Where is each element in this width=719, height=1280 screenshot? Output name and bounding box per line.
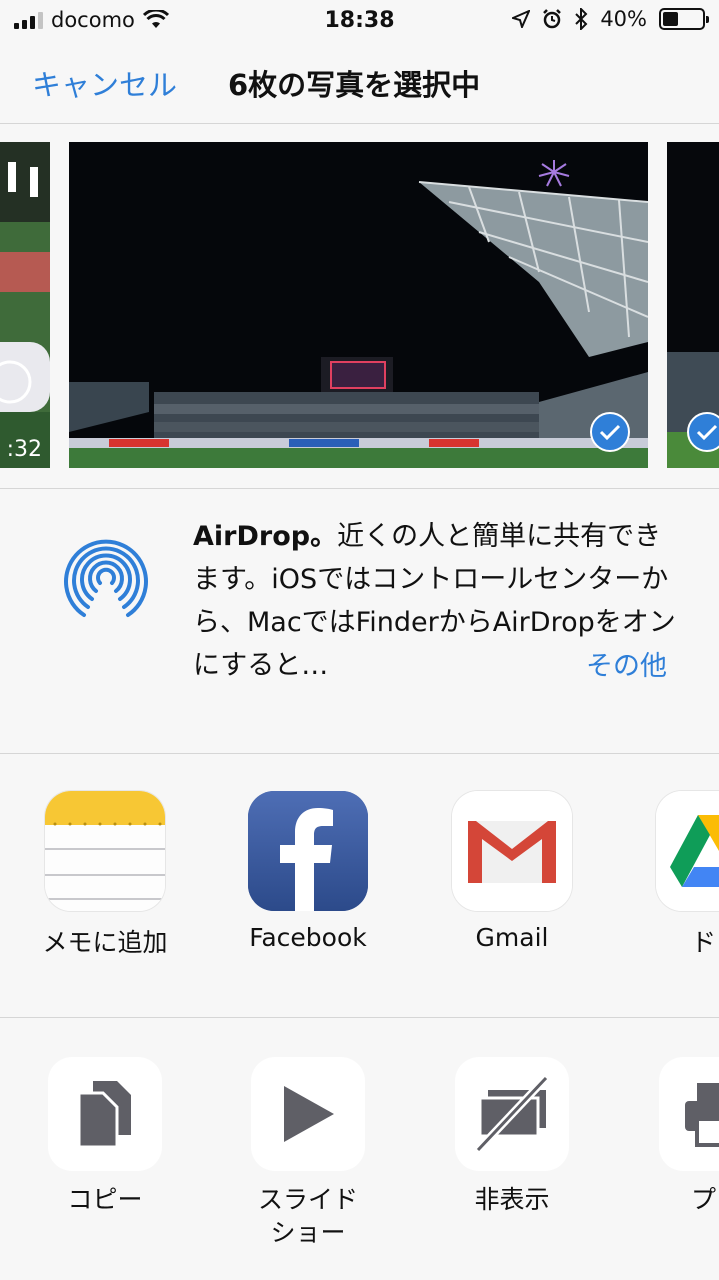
video-duration: :32 — [6, 437, 42, 462]
app-label-gmail: Gmail — [475, 923, 549, 952]
photo-strip[interactable]: :32 — [0, 124, 719, 488]
app-notes[interactable]: メモに追加 — [25, 791, 185, 959]
app-label-facebook: Facebook — [249, 923, 367, 952]
alarm-icon — [543, 9, 562, 29]
selected-check-icon[interactable] — [590, 412, 630, 452]
share-apps-row: メモに追加 Facebook Gmail ド — [0, 755, 719, 1018]
action-slideshow[interactable]: スライド ショー — [228, 1057, 388, 1249]
notes-icon[interactable] — [45, 791, 165, 911]
app-gmail[interactable]: Gmail — [432, 791, 592, 952]
navigation-header: キャンセル 6枚の写真を選択中 — [0, 40, 719, 124]
app-label-notes: メモに追加 — [42, 928, 168, 957]
airdrop-icon[interactable] — [54, 525, 158, 629]
copy-icon[interactable] — [48, 1057, 162, 1171]
facebook-icon[interactable] — [248, 791, 368, 911]
share-actions-row: コピー スライド ショー 非表示 プリ — [0, 1019, 719, 1280]
slideshow-icon[interactable] — [251, 1057, 365, 1171]
photo-thumbnail-video[interactable]: :32 — [0, 142, 50, 468]
battery-icon — [659, 8, 709, 30]
more-link[interactable]: その他 — [586, 644, 667, 683]
stadium-night-image — [69, 142, 648, 468]
status-right: 40% — [512, 7, 709, 31]
location-arrow-icon — [512, 10, 531, 28]
action-print[interactable]: プリ — [636, 1057, 719, 1216]
selected-check-icon[interactable] — [687, 412, 719, 452]
google-drive-icon[interactable] — [656, 791, 719, 911]
action-label-copy: コピー — [67, 1185, 143, 1214]
status-bar: docomo 18:38 40% — [0, 0, 719, 40]
battery-percent: 40% — [600, 7, 647, 31]
cancel-button[interactable]: キャンセル — [32, 62, 177, 104]
photo-thumbnail-stadium[interactable] — [69, 142, 648, 468]
gmail-icon[interactable] — [452, 791, 572, 911]
action-label-print: プリ — [690, 1185, 719, 1214]
airdrop-section: AirDrop。近くの人と簡単に共有できます。iOSではコントロールセンターから… — [0, 488, 719, 754]
bluetooth-icon — [575, 8, 588, 30]
print-icon[interactable] — [659, 1057, 719, 1171]
action-copy[interactable]: コピー — [25, 1057, 185, 1216]
photo-thumbnail-stadium-2[interactable] — [667, 142, 719, 468]
airdrop-title: AirDrop。 — [193, 521, 338, 552]
action-hide[interactable]: 非表示 — [432, 1057, 592, 1216]
page-title: 6枚の写真を選択中 — [228, 68, 481, 102]
hide-icon[interactable] — [455, 1057, 569, 1171]
app-facebook[interactable]: Facebook — [228, 791, 388, 952]
app-google-drive[interactable]: ドラ — [636, 791, 719, 959]
action-label-hide: 非表示 — [474, 1185, 550, 1214]
soccer-field-image — [0, 142, 50, 468]
app-label-drive: ドラ — [690, 928, 719, 957]
action-label-slideshow: スライド ショー — [257, 1185, 358, 1247]
